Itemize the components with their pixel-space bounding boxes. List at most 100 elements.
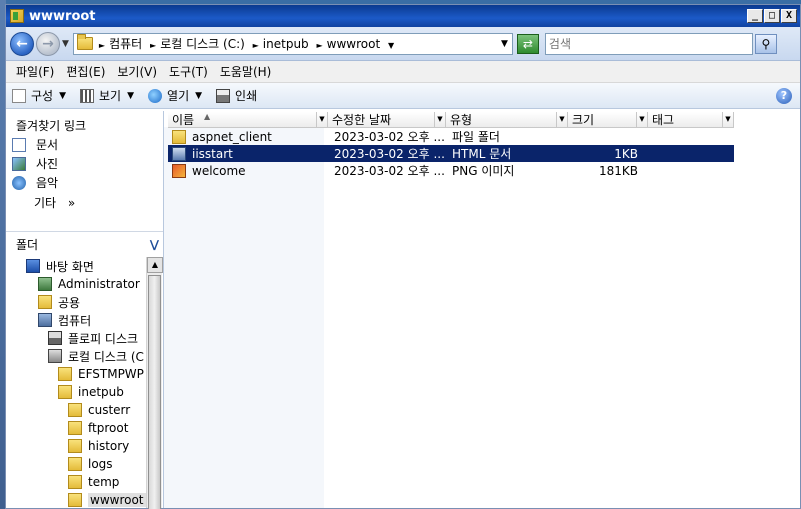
menu-help[interactable]: 도움말(H) [214,63,278,80]
favorite-label: 문서 [36,138,59,152]
open-button[interactable]: 열기 ▼ [148,87,202,104]
documents-icon [12,137,26,152]
file-size-text: 181KB [598,163,638,178]
tree-item[interactable]: history [6,437,146,455]
column-header-type[interactable]: 유형 ▼ [446,112,568,128]
favorite-music[interactable]: 음악 [6,173,163,192]
chevron-down-icon[interactable]: ▼ [556,112,567,127]
organize-button[interactable]: 구성 ▼ [12,87,66,104]
table-row[interactable]: aspnet_client 2023-03-02 오후 ... 파일 폴더 [168,128,800,145]
folder-icon [68,439,82,453]
chevron-down-icon[interactable]: ⋁ [150,238,159,251]
folders-header[interactable]: 폴더 ⋁ [6,231,163,257]
tree-item-label: custerr [88,403,131,417]
minimize-button[interactable]: _ [747,9,763,23]
tree-item[interactable]: logs [6,455,146,473]
tree-item-label: logs [88,457,113,471]
search-input[interactable] [544,32,753,55]
breadcrumb-inetpub[interactable]: inetpub [263,37,309,51]
views-button[interactable]: 보기 ▼ [80,87,134,104]
favorites-more-label: 기타 [34,196,57,210]
command-toolbar: 구성 ▼ 보기 ▼ 열기 ▼ 인쇄 ? [6,83,800,109]
views-icon [80,88,95,103]
file-date-text: 2023-03-02 오후 ... [334,147,445,161]
column-header-label: 수정한 날짜 [332,113,392,127]
chevron-right-icon[interactable]: ► [253,41,259,50]
favorites-more-button[interactable]: 기타 » [6,192,163,214]
tree-item[interactable]: inetpub [6,383,146,401]
chevron-down-icon[interactable]: ▼ [722,112,733,127]
chevron-right-icon[interactable]: ► [317,41,323,50]
organize-label: 구성 [31,89,54,103]
file-date: 2023-03-02 오후 ... [328,162,446,179]
forward-button[interactable]: → [36,31,60,56]
address-toolbar: ← → ▼ ► 컴퓨터 ► 로컬 디스크 (C:) ► inetpub ► wwwroo… [6,27,800,61]
column-header-label: 크기 [572,113,595,127]
title-bar[interactable]: wwwroot _ □ X [6,5,800,27]
favorite-documents[interactable]: 문서 [6,135,163,154]
chevron-down-icon[interactable]: ▼ [434,112,445,127]
tree-item[interactable]: 로컬 디스크 (C [6,347,146,365]
recent-pages-dropdown-icon[interactable]: ▼ [62,39,69,49]
file-name: welcome [168,163,328,178]
tree-item[interactable]: 바탕 화면 [6,257,146,275]
folder-tree-scrollbar[interactable]: ▲ [146,257,163,509]
scrollbar-thumb[interactable] [148,275,161,509]
table-row[interactable]: iisstart 2023-03-02 오후 ... HTML 문서 1KB [168,145,734,162]
folder-icon [58,367,72,381]
refresh-button[interactable]: ⇄ [516,33,539,54]
printer-icon [216,88,231,103]
menu-tools[interactable]: 도구(T) [163,63,214,80]
content-area: 즐겨찾기 링크 문서 사진 음악 기타 » 폴더 ⋁ 바탕 화면Adminis [6,111,800,509]
chevron-down-icon[interactable]: ▼ [316,112,327,127]
back-button[interactable]: ← [10,31,34,56]
tree-item[interactable]: ftproot [6,419,146,437]
column-header-name[interactable]: 이름 ▲ ▼ [168,112,328,128]
tree-item[interactable]: temp [6,473,146,491]
chevron-down-icon[interactable]: ▼ [636,112,647,127]
tree-item[interactable]: custerr [6,401,146,419]
drive-icon [48,349,62,363]
menu-edit[interactable]: 편집(E) [60,63,111,80]
maximize-button[interactable]: □ [764,9,780,23]
column-header-tags[interactable]: 태그 ▼ [648,112,734,128]
tree-item-label: temp [88,475,120,489]
tree-item[interactable]: EFSTMPWP [6,365,146,383]
menu-view[interactable]: 보기(V) [111,63,163,80]
folders-title: 폴더 [16,238,39,252]
navigation-pane: 즐겨찾기 링크 문서 사진 음악 기타 » 폴더 ⋁ 바탕 화면Adminis [6,111,164,509]
menu-file[interactable]: 파일(F) [10,63,60,80]
table-row[interactable]: welcome 2023-03-02 오후 ... PNG 이미지 181KB [168,162,800,179]
chevron-right-icon[interactable]: ► [150,41,156,50]
column-header-size[interactable]: 크기 ▼ [568,112,648,128]
file-date-text: 2023-03-02 오후 ... [334,130,445,144]
address-bar[interactable]: ► 컴퓨터 ► 로컬 디스크 (C:) ► inetpub ► wwwroot ▼ ▼ [72,32,513,55]
folder-icon [172,129,186,144]
breadcrumb-wwwroot[interactable]: wwwroot [327,37,381,51]
tree-item-label: 공용 [58,295,81,310]
tree-item[interactable]: wwwroot [6,491,146,508]
chevron-right-icon[interactable]: ► [99,41,105,50]
favorite-pictures[interactable]: 사진 [6,154,163,173]
scroll-up-icon[interactable]: ▲ [147,257,163,273]
tree-item-label: history [88,439,130,453]
window-title: wwwroot [29,8,96,24]
help-button[interactable]: ? [776,87,792,104]
print-button[interactable]: 인쇄 [216,87,257,104]
close-button[interactable]: X [781,9,797,23]
tree-item[interactable]: 플로피 디스크 [6,329,146,347]
column-header-label: 유형 [450,113,473,127]
chevron-down-icon[interactable]: ▼ [388,41,394,50]
search-icon[interactable]: ⚲ [754,33,777,54]
explorer-app-icon [10,9,24,23]
breadcrumb-computer[interactable]: 컴퓨터 [109,37,142,51]
tree-item[interactable]: Administrator [6,275,146,293]
chevron-down-icon: ▼ [127,90,135,101]
breadcrumb-local-disk[interactable]: 로컬 디스크 (C:) [160,37,245,51]
address-history-dropdown-icon[interactable]: ▼ [501,39,508,49]
tree-item[interactable]: 컴퓨터 [6,311,146,329]
tree-item[interactable]: 공용 [6,293,146,311]
menu-bar: 파일(F) 편집(E) 보기(V) 도구(T) 도움말(H) [6,61,800,83]
file-rows: aspnet_client 2023-03-02 오후 ... 파일 폴더 iisst… [164,128,800,179]
column-header-date[interactable]: 수정한 날짜 ▼ [328,112,446,128]
